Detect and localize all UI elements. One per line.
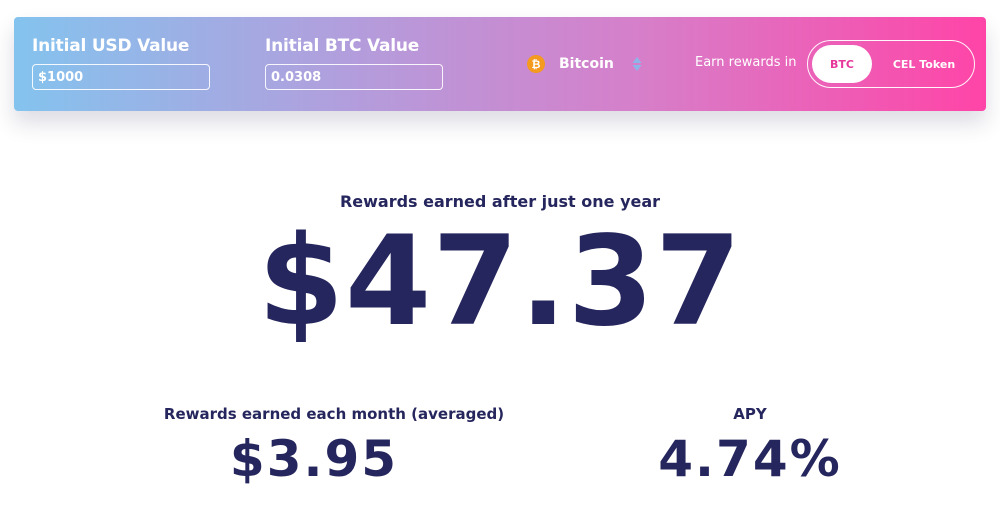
toggle-option-btc[interactable]: BTC [812,45,872,83]
initial-btc-input[interactable] [265,64,443,90]
initial-btc-label: Initial BTC Value [265,36,420,56]
toggle-option-cel-token[interactable]: CEL Token [878,45,970,83]
monthly-rewards-stat: Rewards earned each month (averaged) $3.… [134,405,534,491]
monthly-rewards-value: $3.95 [229,430,399,488]
initial-usd-input[interactable] [32,64,210,90]
yearly-rewards-label: Rewards earned after just one year [339,192,661,211]
rewards-calculator: Initial USD Value Initial BTC Value ₿ Bi… [0,0,1000,515]
reward-currency-toggle: BTC CEL Token [807,40,975,88]
bitcoin-icon: ₿ [527,55,545,73]
apy-label: APY [733,405,767,423]
earn-rewards-label: Earn rewards in [695,55,797,70]
sort-arrows-icon [632,57,642,71]
coin-select[interactable]: ₿ Bitcoin [527,53,642,75]
initial-usd-group: Initial USD Value [32,36,210,90]
yearly-rewards-value: $47.37 [257,210,743,354]
apy-value: 4.74% [658,430,842,488]
apy-stat: APY 4.74% [560,405,940,491]
coin-select-label: Bitcoin [559,56,614,72]
initial-btc-group: Initial BTC Value [265,36,443,90]
initial-usd-label: Initial USD Value [32,36,190,56]
calculator-input-bar: Initial USD Value Initial BTC Value ₿ Bi… [14,17,986,111]
monthly-rewards-label: Rewards earned each month (averaged) [163,405,505,423]
